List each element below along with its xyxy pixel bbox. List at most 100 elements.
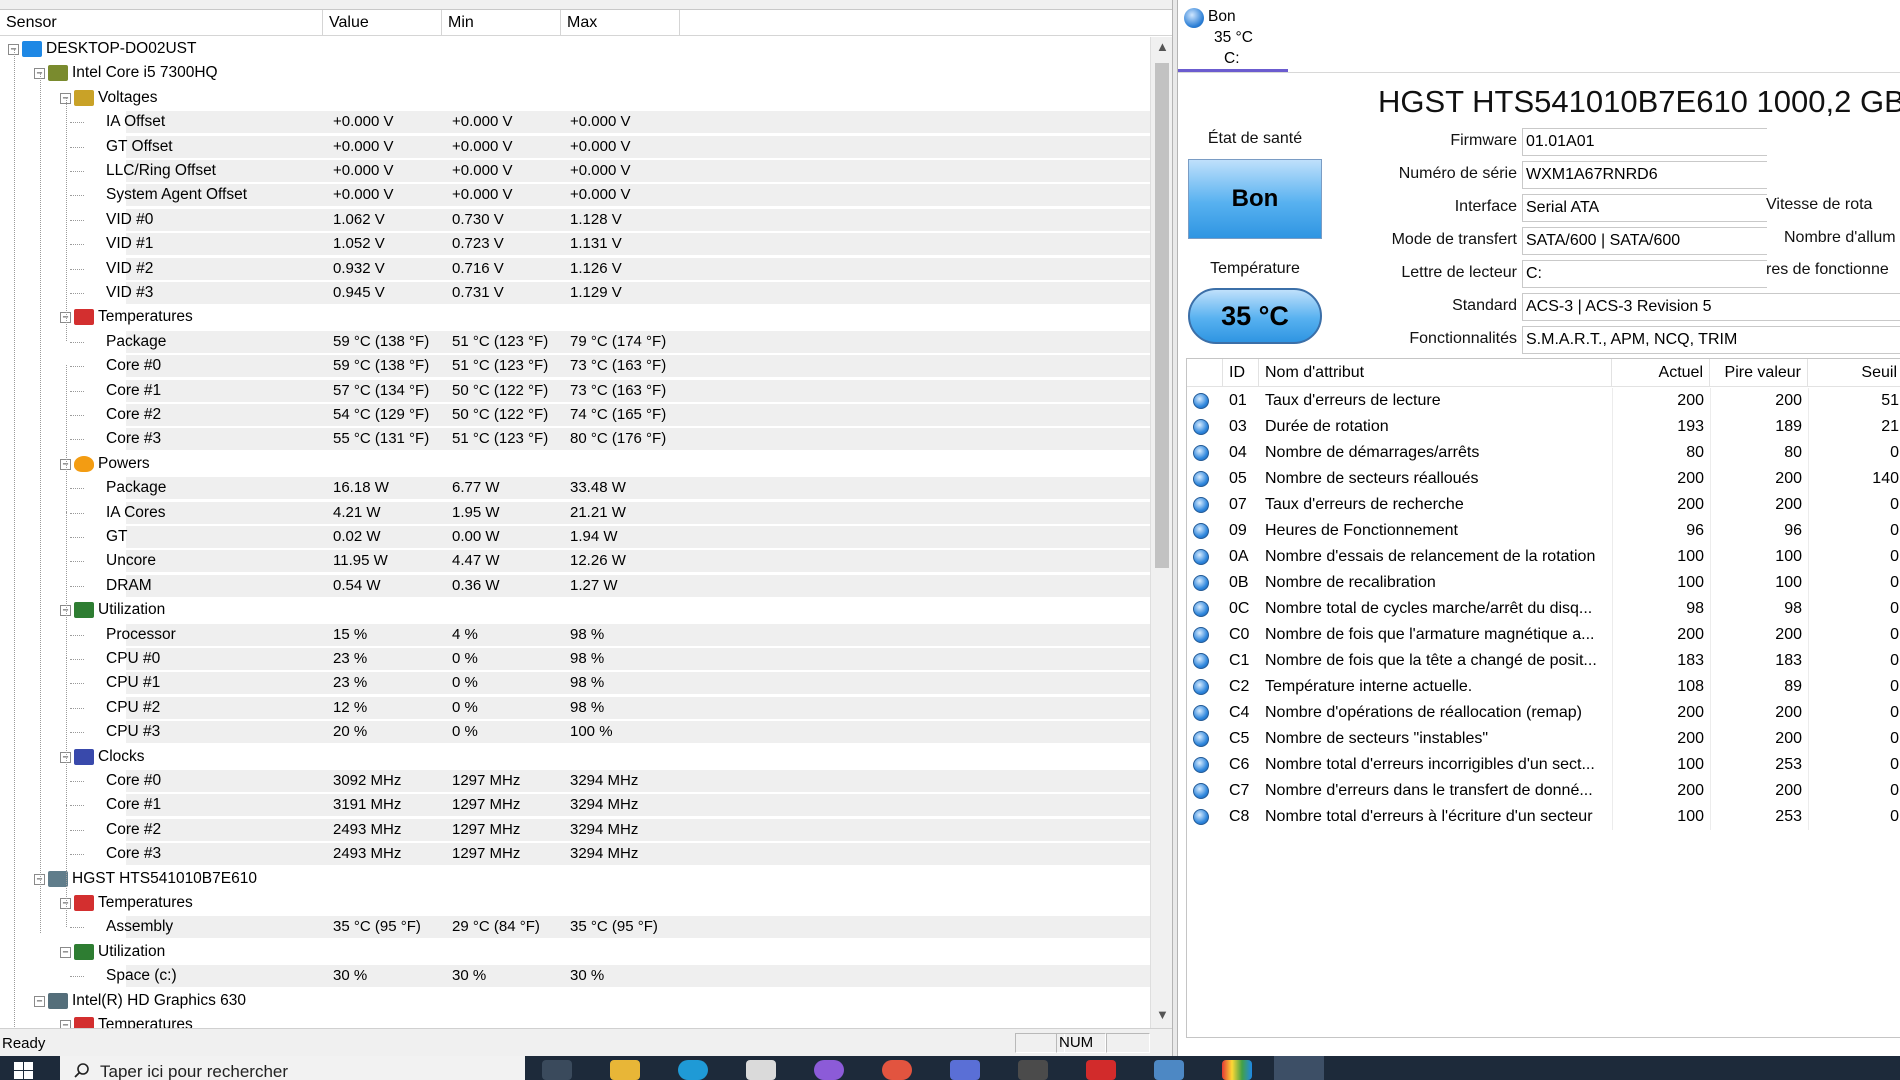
app-blue-icon[interactable] (950, 1060, 980, 1080)
sensor-row[interactable]: Processor 15 % 4 % 98 % (0, 623, 1150, 647)
column-header-max[interactable]: Max (561, 10, 680, 36)
attr-col-worst[interactable]: Pire valeur (1710, 359, 1808, 387)
scroll-up-icon[interactable]: ▲ (1156, 39, 1169, 54)
sensor-row[interactable]: GT Offset +0.000 V +0.000 V +0.000 V (0, 135, 1150, 159)
sensor-row[interactable]: LLC/Ring Offset +0.000 V +0.000 V +0.000 V (0, 159, 1150, 183)
attr-col-status[interactable] (1187, 359, 1223, 387)
device-row[interactable]: − Intel(R) HD Graphics 630 (0, 989, 1150, 1013)
sensor-row[interactable]: CPU #0 23 % 0 % 98 % (0, 647, 1150, 671)
column-header-sensor[interactable]: Sensor (0, 10, 323, 36)
smart-attribute-row[interactable]: C8 Nombre total d'erreurs à l'écriture d'… (1187, 804, 1900, 830)
vertical-scrollbar[interactable]: ▲ ▼ (1150, 37, 1172, 1028)
sensor-row[interactable]: Space (c:) 30 % 30 % 30 % (0, 964, 1150, 988)
sensor-row[interactable]: Core #1 3191 MHz 1297 MHz 3294 MHz (0, 793, 1150, 817)
sensor-row[interactable]: VID #0 1.062 V 0.730 V 1.128 V (0, 208, 1150, 232)
info-value[interactable]: SATA/600 | SATA/600 (1522, 227, 1767, 255)
smart-attributes-list[interactable]: ID Nom d'attribut Actuel Pire valeur Seu… (1186, 358, 1900, 1038)
collapse-toggle-icon[interactable]: − (60, 946, 71, 958)
smart-attribute-row[interactable]: C1 Nombre de fois que la tête a changé de… (1187, 648, 1900, 674)
sensor-row[interactable]: Core #3 2493 MHz 1297 MHz 3294 MHz (0, 842, 1150, 866)
info-value[interactable]: WXM1A67RNRD6 (1522, 161, 1767, 189)
column-header-min[interactable]: Min (442, 10, 561, 36)
hwmonitor-app-icon[interactable] (1222, 1060, 1252, 1080)
sensor-row[interactable]: Assembly 35 °C (95 °F) 29 °C (84 °F) 35 °C … (0, 915, 1150, 939)
sensor-group-row[interactable]: − Powers (0, 452, 1150, 476)
smart-attribute-row[interactable]: C6 Nombre total d'erreurs incorrigibles d… (1187, 752, 1900, 778)
sensor-row[interactable]: Core #0 3092 MHz 1297 MHz 3294 MHz (0, 769, 1150, 793)
smart-attribute-row[interactable]: C7 Nombre d'erreurs dans le transfert de … (1187, 778, 1900, 804)
task-view-icon[interactable] (542, 1060, 572, 1080)
attr-col-id[interactable]: ID (1223, 359, 1259, 387)
device-row[interactable]: − Intel Core i5 7300HQ (0, 61, 1150, 85)
info-value[interactable]: 01.01A01 (1522, 128, 1767, 156)
info-value[interactable]: Serial ATA (1522, 194, 1767, 222)
scrollbar-thumb[interactable] (1155, 63, 1169, 568)
attr-col-current[interactable]: Actuel (1612, 359, 1710, 387)
sensor-group-row[interactable]: − Temperatures (0, 305, 1150, 329)
menu-bar[interactable] (0, 0, 1172, 10)
sensor-group-row[interactable]: − Temperatures (0, 891, 1150, 915)
app-monitor-icon[interactable] (1154, 1060, 1184, 1080)
smart-attribute-row[interactable]: 04 Nombre de démarrages/arrêts 80 80 0 (1187, 440, 1900, 466)
file-explorer-icon[interactable] (610, 1060, 640, 1080)
smart-attribute-row[interactable]: C2 Température interne actuelle. 108 89 0 (1187, 674, 1900, 700)
sensor-row[interactable]: Package 59 °C (138 °F) 51 °C (123 °F) 79 °C… (0, 330, 1150, 354)
sensor-row[interactable]: Core #2 54 °C (129 °F) 50 °C (122 °F) 74 °C… (0, 403, 1150, 427)
info-value[interactable]: ACS-3 | ACS-3 Revision 5 (1522, 293, 1900, 321)
windows-start-icon[interactable] (14, 1062, 34, 1080)
info-value[interactable]: C: (1522, 260, 1767, 288)
column-header-value[interactable]: Value (323, 10, 442, 36)
app-purple-icon[interactable] (814, 1060, 844, 1080)
sensor-row[interactable]: DRAM 0.54 W 0.36 W 1.27 W (0, 574, 1150, 598)
smart-attribute-row[interactable]: C0 Nombre de fois que l'armature magnétiq… (1187, 622, 1900, 648)
sensor-row[interactable]: VID #2 0.932 V 0.716 V 1.126 V (0, 257, 1150, 281)
sensor-row[interactable]: IA Cores 4.21 W 1.95 W 21.21 W (0, 501, 1150, 525)
disk-tab-c[interactable]: Bon 35 °C C: (1178, 0, 1288, 72)
sensor-group-row[interactable]: − Utilization (0, 940, 1150, 964)
scroll-down-icon[interactable]: ▼ (1156, 1007, 1169, 1022)
smart-attribute-row[interactable]: 07 Taux d'erreurs de recherche 200 200 0 (1187, 492, 1900, 518)
smart-attribute-row[interactable]: C5 Nombre de secteurs "instables" 200 200 0 (1187, 726, 1900, 752)
smart-attribute-row[interactable]: 0A Nombre d'essais de relancement de la r… (1187, 544, 1900, 570)
sensor-row[interactable]: CPU #2 12 % 0 % 98 % (0, 696, 1150, 720)
sensor-row[interactable]: VID #3 0.945 V 0.731 V 1.129 V (0, 281, 1150, 305)
taskbar-search-box[interactable]: Taper ici pour rechercher (60, 1056, 525, 1080)
sensor-row[interactable]: Core #2 2493 MHz 1297 MHz 3294 MHz (0, 818, 1150, 842)
smart-attribute-row[interactable]: 03 Durée de rotation 193 189 21 (1187, 414, 1900, 440)
sensor-row[interactable]: Core #0 59 °C (138 °F) 51 °C (123 °F) 73 °C… (0, 354, 1150, 378)
sensor-row[interactable]: GT 0.02 W 0.00 W 1.94 W (0, 525, 1150, 549)
app-red-icon[interactable] (1086, 1060, 1116, 1080)
sensor-row[interactable]: VID #1 1.052 V 0.723 V 1.131 V (0, 232, 1150, 256)
sensor-row[interactable]: Package 16.18 W 6.77 W 33.48 W (0, 476, 1150, 500)
device-row[interactable]: − DESKTOP-DO02UST (0, 37, 1150, 61)
sensor-group-row[interactable]: − Clocks (0, 745, 1150, 769)
info-value[interactable]: S.M.A.R.T., APM, NCQ, TRIM (1522, 326, 1900, 354)
smart-attribute-row[interactable]: 0C Nombre total de cycles marche/arrêt du… (1187, 596, 1900, 622)
sensor-row[interactable]: IA Offset +0.000 V +0.000 V +0.000 V (0, 110, 1150, 134)
smart-attribute-row[interactable]: 09 Heures de Fonctionnement 96 96 0 (1187, 518, 1900, 544)
collapse-toggle-icon[interactable]: − (60, 1020, 71, 1028)
edge-browser-icon[interactable] (678, 1060, 708, 1080)
sensor-group-row[interactable]: − Temperatures (0, 1013, 1150, 1028)
sensor-row[interactable]: System Agent Offset +0.000 V +0.000 V +0.00… (0, 183, 1150, 207)
sensor-row[interactable]: Uncore 11.95 W 4.47 W 12.26 W (0, 549, 1150, 573)
sensor-group-row[interactable]: − Voltages (0, 86, 1150, 110)
sensor-row[interactable]: CPU #1 23 % 0 % 98 % (0, 671, 1150, 695)
attr-col-threshold[interactable]: Seuil (1808, 359, 1900, 387)
chrome-icon[interactable] (882, 1060, 912, 1080)
sensor-row[interactable]: CPU #3 20 % 0 % 100 % (0, 720, 1150, 744)
smart-attribute-row[interactable]: 0B Nombre de recalibration 100 100 0 (1187, 570, 1900, 596)
smart-attribute-row[interactable]: 01 Taux d'erreurs de lecture 200 200 51 (1187, 388, 1900, 414)
store-icon[interactable] (746, 1060, 776, 1080)
smart-attribute-row[interactable]: C4 Nombre d'opérations de réallocation (r… (1187, 700, 1900, 726)
crystaldiskinfo-app-icon[interactable] (1274, 1056, 1324, 1080)
sensor-row[interactable]: Core #1 57 °C (134 °F) 50 °C (122 °F) 73 °C… (0, 379, 1150, 403)
attr-col-name[interactable]: Nom d'attribut (1259, 359, 1612, 387)
app-gray-icon[interactable] (1018, 1060, 1048, 1080)
collapse-toggle-icon[interactable]: − (34, 995, 45, 1007)
sensor-group-row[interactable]: − Utilization (0, 598, 1150, 622)
sensor-tree[interactable]: − DESKTOP-DO02UST − Intel Core i5 7300HQ − Vo… (0, 37, 1150, 1028)
sensor-row[interactable]: Core #3 55 °C (131 °F) 51 °C (123 °F) 80 °C… (0, 427, 1150, 451)
device-row[interactable]: − HGST HTS541010B7E610 (0, 867, 1150, 891)
smart-attribute-row[interactable]: 05 Nombre de secteurs réalloués 200 200 140 (1187, 466, 1900, 492)
